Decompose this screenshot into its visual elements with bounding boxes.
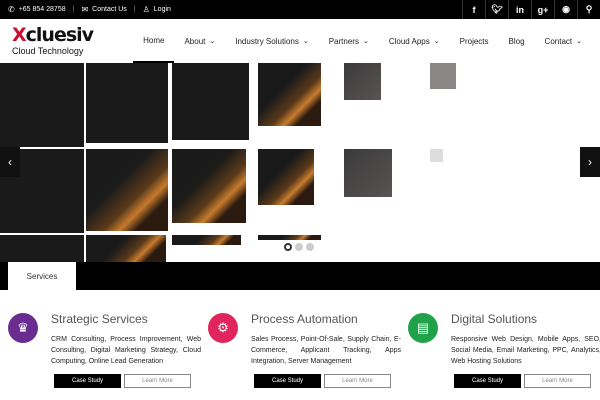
service-card-strategic: ♛ Strategic Services CRM Consulting, Pro… [8,298,201,398]
slider-tile [86,63,168,143]
login-link[interactable]: Login [154,6,171,13]
service-description: CRM Consulting, Process Improvement, Web… [51,336,201,365]
nav-industry-solutions[interactable]: Industry Solutions ⌄ [225,19,318,63]
nav-home[interactable]: Home [133,19,175,63]
section-tabs: Services [0,262,600,290]
search-icon[interactable]: ⚲ [577,0,600,19]
slider-tile [258,63,321,126]
slider-tile [258,235,321,240]
divider: | [133,6,136,13]
nav-cloud-apps[interactable]: Cloud Apps ⌄ [379,19,450,63]
hero-slider: ‹ › [0,63,600,262]
gears-icon: ⚙ [208,313,238,343]
slider-dot[interactable] [295,243,303,251]
slider-dot[interactable] [306,243,314,251]
phone-icon: ✆ [8,5,15,14]
logo-tagline: Cloud Technology [12,46,84,56]
case-study-button[interactable]: Case Study [54,374,121,388]
google-plus-icon[interactable]: g+ [531,0,554,19]
learn-more-button[interactable]: Learn More [524,374,591,388]
service-card-digital: ▤ Digital Solutions Responsive Web Desig… [408,298,600,398]
service-description: Sales Process, Point-Of-Sale, Supply Cha… [251,336,401,365]
service-title: Digital Solutions [451,312,538,326]
service-title: Process Automation [251,312,358,326]
slider-tile [172,149,246,223]
crown-icon: ♛ [8,313,38,343]
chevron-down-icon: ⌄ [209,38,216,45]
slider-tile [86,149,168,231]
mail-icon: ✉ [81,5,89,14]
user-icon: ♙ [142,5,150,14]
logo-wordmark: Xcluesiv [12,24,94,46]
nav-contact[interactable]: Contact ⌄ [535,19,592,63]
chevron-down-icon: ⌄ [433,38,440,45]
site-logo[interactable]: Xcluesiv Cloud Technology [12,25,102,59]
slider-tile [430,63,456,89]
rss-icon[interactable]: ◉ [554,0,577,19]
chevron-down-icon: ⌄ [576,38,582,45]
slider-dot[interactable] [284,243,292,251]
contact-us-link[interactable]: Contact Us [92,6,127,13]
main-header: Xcluesiv Cloud Technology Home About ⌄ In… [0,19,600,63]
slider-tile [172,63,249,140]
learn-more-button[interactable]: Learn More [324,374,391,388]
slider-tile [430,149,443,162]
chevron-down-icon: ⌄ [362,38,369,45]
slider-next-button[interactable]: › [580,147,600,177]
slider-tile [344,149,392,197]
case-study-button[interactable]: Case Study [254,374,321,388]
twitter-icon[interactable]: 🐦︎ [485,0,508,19]
divider: | [72,6,75,13]
chevron-down-icon: ⌄ [302,38,309,45]
social-links: f 🐦︎ in g+ ◉ ⚲ [462,0,600,19]
slider-tile [172,235,241,245]
facebook-icon[interactable]: f [462,0,485,19]
service-description: Responsive Web Design, Mobile Apps, SEO,… [451,336,600,365]
top-bar: ✆ +65 854 28758 | ✉ Contact Us | ♙ Login… [0,0,600,19]
top-contact-info: ✆ +65 854 28758 | ✉ Contact Us | ♙ Login [8,0,171,19]
slider-tile [86,235,166,262]
slider-tile [0,235,84,262]
nav-about[interactable]: About ⌄ [174,19,225,63]
phone-number: +65 854 28758 [18,6,66,13]
tab-services[interactable]: Services [8,262,76,290]
linkedin-icon[interactable]: in [508,0,531,19]
case-study-button[interactable]: Case Study [454,374,521,388]
slider-tile [344,63,381,100]
nav-partners[interactable]: Partners ⌄ [319,19,379,63]
service-card-process: ⚙ Process Automation Sales Process, Poin… [208,298,401,398]
service-title: Strategic Services [51,312,148,326]
slider-pagination [284,243,314,251]
slider-prev-button[interactable]: ‹ [0,147,20,177]
main-nav: Home About ⌄ Industry Solutions ⌄ Partners… [133,19,592,63]
nav-projects[interactable]: Projects [450,19,499,63]
slider-tile [258,149,314,205]
learn-more-button[interactable]: Learn More [124,374,191,388]
chart-icon: ▤ [408,313,438,343]
nav-blog[interactable]: Blog [499,19,535,63]
slider-tile [0,63,84,147]
